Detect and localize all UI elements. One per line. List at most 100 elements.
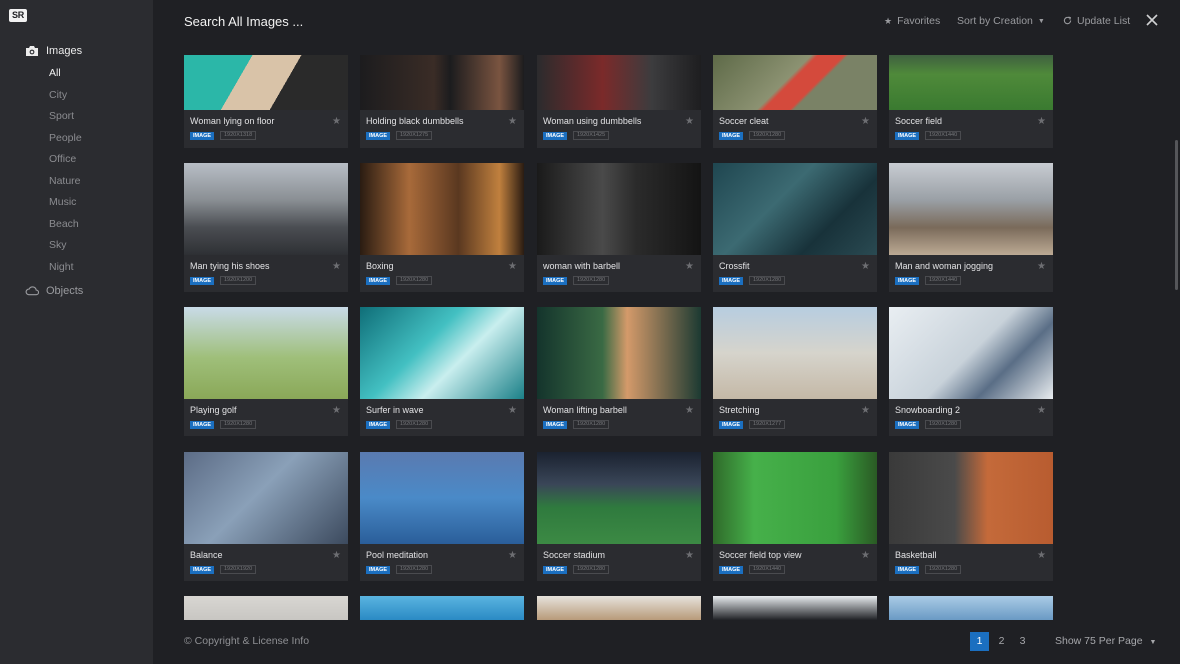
sidebar-sub-people[interactable]: People	[49, 132, 82, 144]
image-thumbnail[interactable]	[360, 163, 524, 255]
close-button[interactable]	[1145, 13, 1159, 27]
favorite-star-icon[interactable]: ★	[332, 550, 341, 561]
page-button-2[interactable]: 2	[992, 632, 1011, 651]
image-card[interactable]: Snowboarding 2 ★ IMAGE 1920X1280	[889, 307, 1053, 436]
image-card[interactable]: Stretching ★ IMAGE 1920X1277	[713, 307, 877, 436]
image-thumbnail[interactable]	[889, 55, 1053, 110]
favorite-star-icon[interactable]: ★	[332, 405, 341, 416]
sidebar-sub-sky[interactable]: Sky	[49, 239, 67, 251]
favorite-star-icon[interactable]: ★	[508, 261, 517, 272]
image-card[interactable]: Soccer cleat ★ IMAGE 1920X1280	[713, 55, 877, 148]
search-input[interactable]: Search All Images ...	[184, 14, 303, 29]
image-card[interactable]: Soccer stadium ★ IMAGE 1920X1280	[537, 452, 701, 581]
sidebar-sub-sport[interactable]: Sport	[49, 110, 74, 122]
image-card[interactable]: Boxing ★ IMAGE 1920X1280	[360, 163, 524, 292]
favorite-star-icon[interactable]: ★	[1037, 261, 1046, 272]
image-thumbnail[interactable]	[713, 307, 877, 399]
image-card[interactable]	[537, 596, 701, 620]
image-card[interactable]	[713, 596, 877, 620]
image-card[interactable]: Man tying his shoes ★ IMAGE 1920X1200	[184, 163, 348, 292]
resolution-badge: 1920X1280	[573, 565, 610, 574]
image-thumbnail[interactable]	[537, 452, 701, 544]
per-page-dropdown[interactable]: Show 75 Per Page ▼	[1055, 635, 1156, 647]
sidebar-item-images[interactable]: Images	[25, 45, 82, 57]
favorite-star-icon[interactable]: ★	[508, 116, 517, 127]
favorite-star-icon[interactable]: ★	[685, 261, 694, 272]
sidebar-sub-office[interactable]: Office	[49, 153, 76, 165]
image-card[interactable]	[889, 596, 1053, 620]
sidebar-item-objects[interactable]: Objects	[25, 285, 83, 297]
update-label: Update List	[1077, 15, 1131, 27]
image-thumbnail[interactable]	[713, 596, 877, 620]
image-card[interactable]: Man and woman jogging ★ IMAGE 1920X1440	[889, 163, 1053, 292]
update-list-button[interactable]: Update List	[1063, 15, 1130, 27]
type-badge: IMAGE	[190, 421, 215, 429]
image-thumbnail[interactable]	[360, 452, 524, 544]
favorite-star-icon[interactable]: ★	[1037, 116, 1046, 127]
image-thumbnail[interactable]	[713, 163, 877, 255]
image-card[interactable]	[360, 596, 524, 620]
sidebar-sub-city[interactable]: City	[49, 89, 67, 101]
image-thumbnail[interactable]	[184, 163, 348, 255]
type-badge: IMAGE	[543, 566, 568, 574]
image-card[interactable]: Woman using dumbbells ★ IMAGE 1920X1425	[537, 55, 701, 148]
image-title: Man tying his shoes	[190, 261, 270, 271]
image-card[interactable]: woman with barbell ★ IMAGE 1920X1280	[537, 163, 701, 292]
favorite-star-icon[interactable]: ★	[332, 261, 341, 272]
scrollbar[interactable]	[1175, 140, 1178, 290]
image-card[interactable]: Surfer in wave ★ IMAGE 1920X1280	[360, 307, 524, 436]
page-button-3[interactable]: 3	[1013, 632, 1032, 651]
favorite-star-icon[interactable]: ★	[861, 261, 870, 272]
sidebar-sub-night[interactable]: Night	[49, 261, 74, 273]
image-card[interactable]: Balance ★ IMAGE 1920X1920	[184, 452, 348, 581]
app-logo[interactable]: SR	[9, 9, 27, 22]
favorite-star-icon[interactable]: ★	[685, 116, 694, 127]
favorite-star-icon[interactable]: ★	[508, 405, 517, 416]
image-thumbnail[interactable]	[360, 307, 524, 399]
sidebar-sub-beach[interactable]: Beach	[49, 218, 79, 230]
favorite-star-icon[interactable]: ★	[861, 116, 870, 127]
image-thumbnail[interactable]	[360, 596, 524, 620]
image-card[interactable]	[184, 596, 348, 620]
image-thumbnail[interactable]	[889, 307, 1053, 399]
image-card[interactable]: Playing golf ★ IMAGE 1920X1280	[184, 307, 348, 436]
image-thumbnail[interactable]	[537, 55, 701, 110]
image-grid: Woman lying on floor ★ IMAGE 1920X1318 Holdi…	[153, 40, 1163, 620]
sort-dropdown[interactable]: Sort by Creation ▼	[957, 15, 1045, 27]
favorite-star-icon[interactable]: ★	[685, 550, 694, 561]
image-thumbnail[interactable]	[184, 596, 348, 620]
image-thumbnail[interactable]	[713, 452, 877, 544]
image-card[interactable]: Holding black dumbbells ★ IMAGE 1920X1275	[360, 55, 524, 148]
image-thumbnail[interactable]	[537, 163, 701, 255]
image-card[interactable]: Pool meditation ★ IMAGE 1920X1280	[360, 452, 524, 581]
image-card[interactable]: Soccer field ★ IMAGE 1920X1440	[889, 55, 1053, 148]
image-thumbnail[interactable]	[889, 163, 1053, 255]
image-thumbnail[interactable]	[184, 452, 348, 544]
page-button-1[interactable]: 1	[970, 632, 989, 651]
image-thumbnail[interactable]	[184, 55, 348, 110]
image-thumbnail[interactable]	[537, 307, 701, 399]
image-thumbnail[interactable]	[184, 307, 348, 399]
sidebar-sub-nature[interactable]: Nature	[49, 175, 81, 187]
image-thumbnail[interactable]	[713, 55, 877, 110]
image-thumbnail[interactable]	[889, 596, 1053, 620]
sidebar-sub-all[interactable]: All	[49, 67, 61, 79]
favorite-star-icon[interactable]: ★	[861, 550, 870, 561]
image-thumbnail[interactable]	[360, 55, 524, 110]
favorite-star-icon[interactable]: ★	[332, 116, 341, 127]
favorites-button[interactable]: ★ Favorites	[884, 15, 940, 27]
image-thumbnail[interactable]	[889, 452, 1053, 544]
image-card[interactable]: Basketball ★ IMAGE 1920X1280	[889, 452, 1053, 581]
copyright-link[interactable]: © Copyright & License Info	[184, 635, 309, 647]
image-card[interactable]: Soccer field top view ★ IMAGE 1920X1440	[713, 452, 877, 581]
favorite-star-icon[interactable]: ★	[861, 405, 870, 416]
favorite-star-icon[interactable]: ★	[1037, 405, 1046, 416]
image-card[interactable]: Crossfit ★ IMAGE 1920X1280	[713, 163, 877, 292]
sidebar-sub-music[interactable]: Music	[49, 196, 76, 208]
image-card[interactable]: Woman lying on floor ★ IMAGE 1920X1318	[184, 55, 348, 148]
favorite-star-icon[interactable]: ★	[508, 550, 517, 561]
favorite-star-icon[interactable]: ★	[1037, 550, 1046, 561]
image-thumbnail[interactable]	[537, 596, 701, 620]
image-card[interactable]: Woman lifting barbell ★ IMAGE 1920X1280	[537, 307, 701, 436]
favorite-star-icon[interactable]: ★	[685, 405, 694, 416]
